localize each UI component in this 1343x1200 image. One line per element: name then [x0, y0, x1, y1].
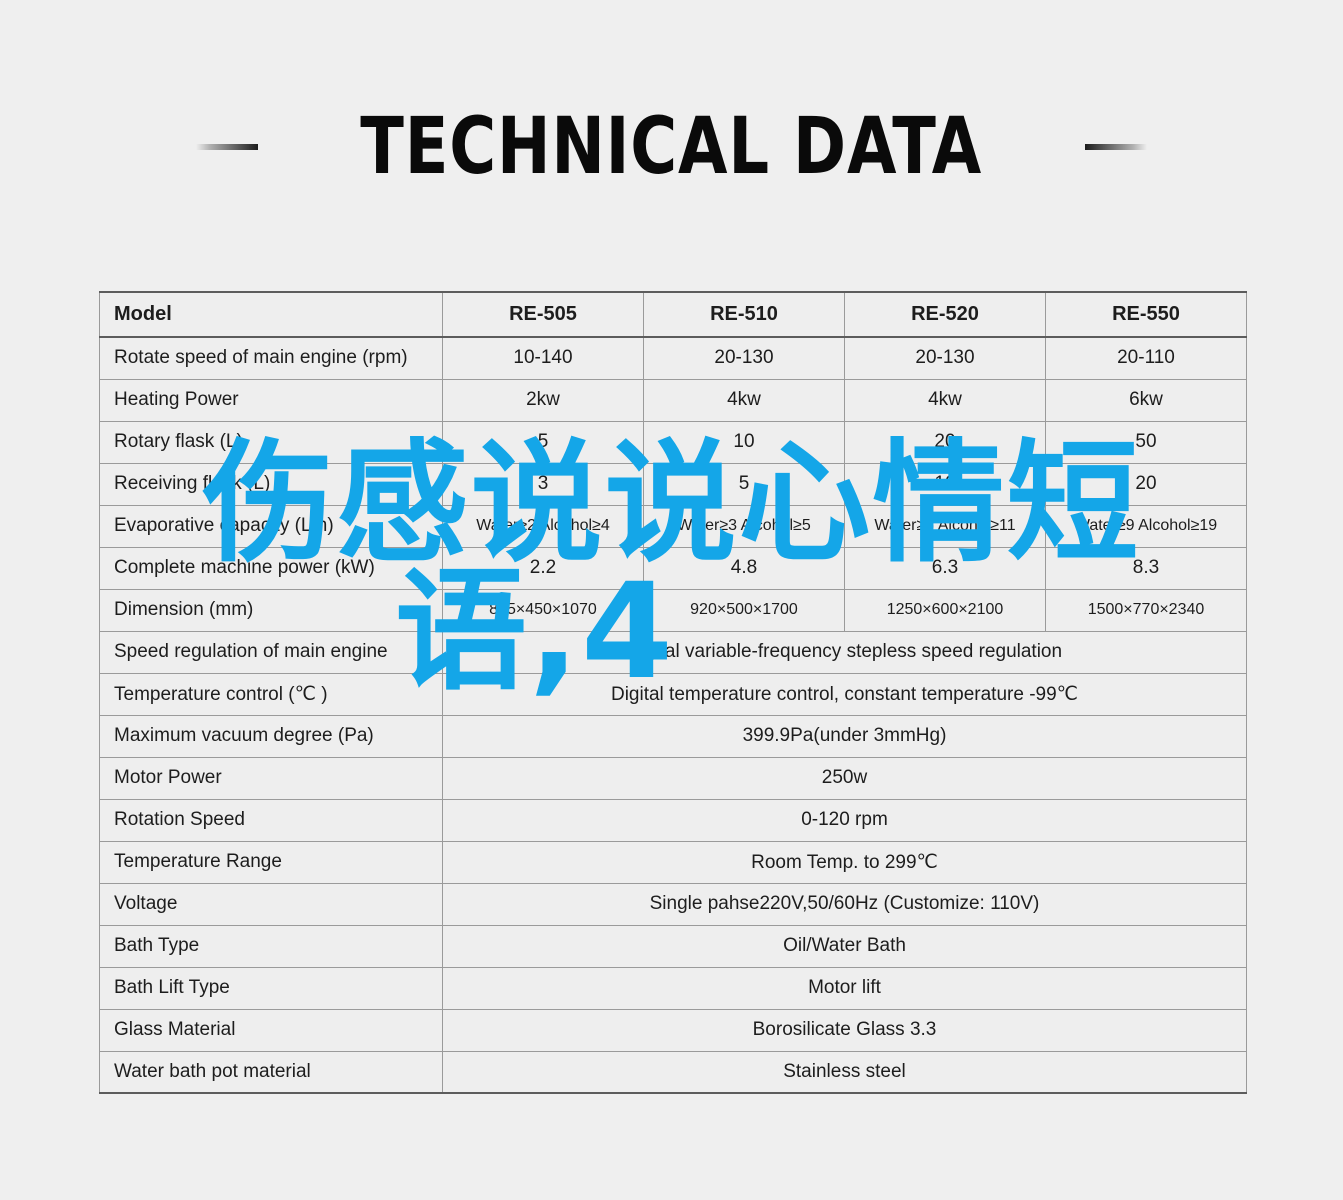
table-row: Maximum vacuum degree (Pa) 399.9Pa(under… [99, 714, 1247, 758]
technical-data-table: Model RE-505 RE-510 RE-520 RE-550 Rotate… [99, 291, 1247, 1094]
row-label: Speed regulation of main engine [99, 630, 443, 674]
row-value: 10-140 [442, 336, 644, 380]
table-row: Complete machine power (kW) 2.2 4.8 6.3 … [99, 546, 1247, 590]
row-label: Glass Material [99, 1008, 443, 1052]
row-value: Water≥2 Alcohol≥4 [442, 504, 644, 548]
row-value-merged: Room Temp. to 299℃ [442, 840, 1247, 884]
table-body: Rotate speed of main engine (rpm) 10-140… [99, 336, 1247, 1094]
row-value: 10 [643, 420, 845, 464]
column-header-re-520: RE-520 [844, 291, 1046, 338]
row-value: 20-130 [844, 336, 1046, 380]
row-value: 10 [844, 462, 1046, 506]
row-value: 1250×600×2100 [844, 588, 1046, 632]
column-header-re-505: RE-505 [442, 291, 644, 338]
table-row: Voltage Single pahse220V,50/60Hz (Custom… [99, 882, 1247, 926]
table-row: Bath Lift Type Motor lift [99, 966, 1247, 1010]
row-value: 20 [844, 420, 1046, 464]
table-row: Temperature control (℃ ) Digital tempera… [99, 672, 1247, 716]
table-row: Rotate speed of main engine (rpm) 10-140… [99, 336, 1247, 380]
row-value: 6kw [1045, 378, 1247, 422]
row-label: Motor Power [99, 756, 443, 800]
row-value-merged: Single pahse220V,50/60Hz (Customize: 110… [442, 882, 1247, 926]
technical-data-table-wrapper: Model RE-505 RE-510 RE-520 RE-550 Rotate… [99, 291, 1247, 1094]
row-value: 20 [1045, 462, 1247, 506]
row-label: Temperature control (℃ ) [99, 672, 443, 716]
row-value: 20-130 [643, 336, 845, 380]
row-label: Receiving flask (L) [99, 462, 443, 506]
table-row: Receiving flask (L) 3 5 10 20 [99, 462, 1247, 506]
row-value: 5 [643, 462, 845, 506]
table-header-row: Model RE-505 RE-510 RE-520 RE-550 [99, 291, 1247, 338]
row-label: Evaporative capacity (L/h) [99, 504, 443, 548]
row-value: 4.8 [643, 546, 845, 590]
row-value-merged: Stainless steel [442, 1050, 1247, 1094]
row-value: 20-110 [1045, 336, 1247, 380]
row-value-merged: Digital variable-frequency stepless spee… [442, 630, 1247, 674]
row-value: 4kw [643, 378, 845, 422]
column-header-model: Model [99, 291, 443, 338]
row-value: 2.2 [442, 546, 644, 590]
page-title-block: TECHNICAL DATA [0, 92, 1343, 202]
row-value: 920×500×1700 [643, 588, 845, 632]
table-row: Temperature Range Room Temp. to 299℃ [99, 840, 1247, 884]
row-value-merged: Digital temperature control, constant te… [442, 672, 1247, 716]
table-row: Speed regulation of main engine Digital … [99, 630, 1247, 674]
page-title: TECHNICAL DATA [360, 102, 983, 192]
table-row: Glass Material Borosilicate Glass 3.3 [99, 1008, 1247, 1052]
row-label: Voltage [99, 882, 443, 926]
title-dash-right-icon [1084, 144, 1147, 150]
row-label: Water bath pot material [99, 1050, 443, 1094]
row-value: Water≥5 Alcohol≥11 [844, 504, 1046, 548]
column-header-re-510: RE-510 [643, 291, 845, 338]
table-row: Heating Power 2kw 4kw 4kw 6kw [99, 378, 1247, 422]
row-value-merged: Oil/Water Bath [442, 924, 1247, 968]
table-row: Bath Type Oil/Water Bath [99, 924, 1247, 968]
row-value-merged: 0-120 rpm [442, 798, 1247, 842]
row-label: Rotate speed of main engine (rpm) [99, 336, 443, 380]
row-value-merged: Motor lift [442, 966, 1247, 1010]
title-dash-left-icon [196, 144, 259, 150]
row-value: Water≥3 Alcohol≥5 [643, 504, 845, 548]
row-value-merged: 250w [442, 756, 1247, 800]
table-row: Motor Power 250w [99, 756, 1247, 800]
row-value-merged: Borosilicate Glass 3.3 [442, 1008, 1247, 1052]
row-value-merged: 399.9Pa(under 3mmHg) [442, 714, 1247, 758]
table-row: Rotary flask (L) 5 10 20 50 [99, 420, 1247, 464]
row-value: 2kw [442, 378, 644, 422]
table-row: Water bath pot material Stainless steel [99, 1050, 1247, 1094]
row-label: Rotation Speed [99, 798, 443, 842]
row-label: Temperature Range [99, 840, 443, 884]
table-row: Rotation Speed 0-120 rpm [99, 798, 1247, 842]
row-value: 865×450×1070 [442, 588, 644, 632]
table-row: Dimension (mm) 865×450×1070 920×500×1700… [99, 588, 1247, 632]
row-value: 5 [442, 420, 644, 464]
row-value: 6.3 [844, 546, 1046, 590]
table-header: Model RE-505 RE-510 RE-520 RE-550 [99, 291, 1247, 338]
row-value: 50 [1045, 420, 1247, 464]
row-label: Complete machine power (kW) [99, 546, 443, 590]
row-value: Water≥9 Alcohol≥19 [1045, 504, 1247, 548]
row-value: 1500×770×2340 [1045, 588, 1247, 632]
table-row: Evaporative capacity (L/h) Water≥2 Alcoh… [99, 504, 1247, 548]
row-value: 8.3 [1045, 546, 1247, 590]
row-label: Dimension (mm) [99, 588, 443, 632]
row-label: Maximum vacuum degree (Pa) [99, 714, 443, 758]
row-label: Rotary flask (L) [99, 420, 443, 464]
row-label: Heating Power [99, 378, 443, 422]
row-label: Bath Type [99, 924, 443, 968]
row-value: 3 [442, 462, 644, 506]
row-label: Bath Lift Type [99, 966, 443, 1010]
row-value: 4kw [844, 378, 1046, 422]
column-header-re-550: RE-550 [1045, 291, 1247, 338]
